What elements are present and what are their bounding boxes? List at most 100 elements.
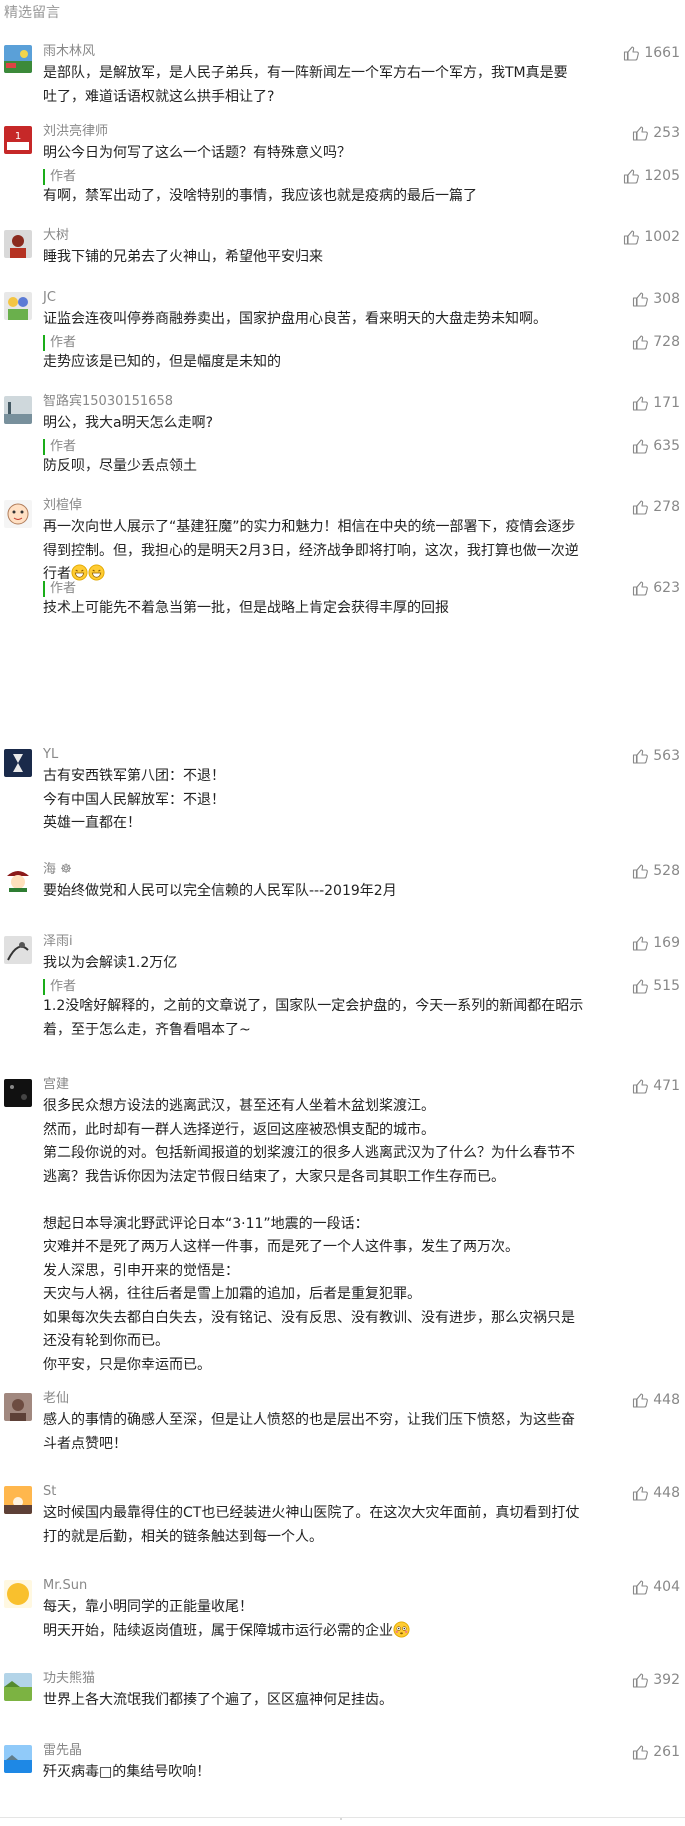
- like-count: 392: [653, 1672, 680, 1688]
- reply-like-button[interactable]: 728: [632, 333, 680, 351]
- sun-avatar-icon[interactable]: [4, 1580, 32, 1608]
- author-reply-text: 技术上可能先不着急当第一批，但是战略上肯定会获得丰厚的回报: [43, 600, 449, 616]
- comment-text-body: 每天，靠小明同学的正能量收尾！ 明天开始，陆续返岗值班，属于保障城市运行必需的企…: [43, 1599, 393, 1639]
- like-button[interactable]: 261: [632, 1743, 680, 1761]
- comment-nickname[interactable]: 功夫熊猫: [43, 1671, 95, 1687]
- comment-text: 我以为会解读1.2万亿: [43, 955, 178, 971]
- like-count: 528: [653, 863, 680, 879]
- reply-like-button[interactable]: 1205: [623, 167, 680, 185]
- like-button[interactable]: 1661: [623, 44, 680, 62]
- comment-text: 是部队，是解放军，是人民子弟兵，有一阵新闻左一个军方右一个军方，我TM真是要 吐…: [43, 65, 568, 105]
- like-count: 261: [653, 1744, 680, 1760]
- comment-nickname[interactable]: 雨木林风: [43, 44, 95, 60]
- comment-text: 证监会连夜叫停券商融券卖出，国家护盘用心良苦，看来明天的大盘走势未知啊。: [43, 311, 547, 327]
- thumbs-up-icon: [633, 439, 649, 454]
- like-count: 448: [653, 1392, 680, 1408]
- like-button[interactable]: 308: [632, 290, 680, 308]
- author-reply-label: 作者: [43, 979, 76, 995]
- comment-nickname[interactable]: 刘楦倬: [43, 498, 82, 514]
- reply-like-button[interactable]: 515: [632, 977, 680, 995]
- road-avatar-icon[interactable]: [4, 396, 32, 424]
- author-reply-label: 作者: [43, 439, 76, 455]
- flushed-emoji-icon: [393, 1620, 410, 1638]
- like-button[interactable]: 471: [632, 1077, 680, 1095]
- figure-avatar-icon[interactable]: [4, 292, 32, 320]
- reply-like-count: 635: [653, 438, 680, 454]
- like-button[interactable]: 171: [632, 394, 680, 412]
- thumbs-up-icon: [633, 749, 649, 764]
- like-button[interactable]: 1002: [623, 228, 680, 246]
- hat-avatar-icon[interactable]: [4, 864, 32, 892]
- comment-nickname[interactable]: YL: [43, 747, 58, 763]
- author-reply-text: 1.2没啥好解释的，之前的文章说了，国家队一定会护盘的，今天一系列的新闻都在昭示…: [43, 998, 584, 1038]
- like-count: 171: [653, 395, 680, 411]
- reply-like-button[interactable]: 623: [632, 579, 680, 597]
- like-button[interactable]: 253: [632, 124, 680, 142]
- author-reply-label: 作者: [43, 581, 76, 597]
- reply-like-count: 623: [653, 580, 680, 596]
- like-button[interactable]: 448: [632, 1391, 680, 1409]
- comment-text-body: 再一次向世人展示了“基建狂魔”的实力和魅力！相信在中央的统一部署下，疫情会逐步 …: [43, 519, 579, 582]
- thumbs-up-icon: [633, 1393, 649, 1408]
- bottom-divider: [0, 1817, 685, 1818]
- person-avatar-icon[interactable]: [4, 230, 32, 258]
- thumbs-up-icon: [633, 581, 649, 596]
- author-reply-label: 作者: [43, 335, 76, 351]
- like-button[interactable]: 528: [632, 862, 680, 880]
- brown-avatar-icon[interactable]: [4, 1393, 32, 1421]
- comment-nickname[interactable]: Mr.Sun: [43, 1578, 87, 1594]
- thumbs-up-icon: [624, 230, 640, 245]
- thumbs-up-icon: [633, 335, 649, 350]
- like-button[interactable]: 169: [632, 934, 680, 952]
- comment-text: 睡我下铺的兄弟去了火神山，希望他平安归来: [43, 249, 323, 265]
- comment-nickname[interactable]: St: [43, 1484, 56, 1500]
- comment-nickname[interactable]: 刘洪亮律师: [43, 124, 108, 140]
- thumbs-up-icon: [633, 396, 649, 411]
- comment-text: 歼灭病毒□的集结号吹响！: [43, 1764, 211, 1780]
- comment-nickname[interactable]: 雷先晶: [43, 1743, 82, 1759]
- comment-text: 再一次向世人展示了“基建狂魔”的实力和魅力！相信在中央的统一部署下，疫情会逐步 …: [43, 516, 671, 587]
- comment-nickname[interactable]: 大树: [43, 228, 69, 244]
- comment-text: 明公今日为何写了这么一个话题？有特殊意义吗？: [43, 145, 351, 161]
- like-button[interactable]: 404: [632, 1578, 680, 1596]
- thumbs-up-icon: [633, 1580, 649, 1595]
- dark-avatar-icon[interactable]: [4, 1079, 32, 1107]
- comment-nickname[interactable]: 智路宾15030151658: [43, 394, 173, 410]
- grin-emoji-icon: [71, 564, 88, 581]
- thumbs-up-icon: [633, 1079, 649, 1094]
- like-count: 1661: [644, 45, 680, 61]
- comment-text: 古有安西铁军第八团：不退！ 今有中国人民解放军：不退！ 英雄一直都在！: [43, 768, 225, 831]
- sketch-avatar-icon[interactable]: [4, 936, 32, 964]
- lake-avatar-icon[interactable]: [4, 1745, 32, 1773]
- thumbs-up-icon: [633, 1486, 649, 1501]
- law-logo-avatar-icon[interactable]: 1: [4, 126, 32, 154]
- section-title: 精选留言: [4, 5, 60, 21]
- cartoon-avatar-icon[interactable]: [4, 500, 32, 528]
- thumbs-up-icon: [633, 979, 649, 994]
- like-button[interactable]: 392: [632, 1671, 680, 1689]
- reply-like-count: 728: [653, 334, 680, 350]
- like-count: 1002: [644, 229, 680, 245]
- comment-nickname[interactable]: 宫建: [43, 1077, 69, 1093]
- like-button[interactable]: 563: [632, 747, 680, 765]
- sunset-avatar-icon[interactable]: [4, 1486, 32, 1514]
- field-avatar-icon[interactable]: [4, 1673, 32, 1701]
- like-count: 253: [653, 125, 680, 141]
- like-button[interactable]: 278: [632, 498, 680, 516]
- bottom-indicator: [340, 1818, 342, 1820]
- reply-like-count: 1205: [644, 168, 680, 184]
- reply-like-button[interactable]: 635: [632, 437, 680, 455]
- like-count: 308: [653, 291, 680, 307]
- landscape-avatar-icon[interactable]: [4, 45, 32, 73]
- svg-text:1: 1: [15, 131, 21, 142]
- comment-nickname[interactable]: 老仙: [43, 1391, 69, 1407]
- author-reply-text: 防反呗，尽量少丢点领土: [43, 458, 197, 474]
- like-count: 471: [653, 1078, 680, 1094]
- comment-nickname[interactable]: 泽雨i: [43, 934, 73, 950]
- like-button[interactable]: 448: [632, 1484, 680, 1502]
- comment-nickname[interactable]: JC: [43, 290, 56, 306]
- comment-text: 明公，我大a明天怎么走啊?: [43, 415, 214, 431]
- hourglass-avatar-icon[interactable]: [4, 749, 32, 777]
- comment-text: 要始终做党和人民可以完全信赖的人民军队---2019年2月: [43, 883, 397, 899]
- comment-nickname[interactable]: 海 ☸︎: [43, 862, 72, 878]
